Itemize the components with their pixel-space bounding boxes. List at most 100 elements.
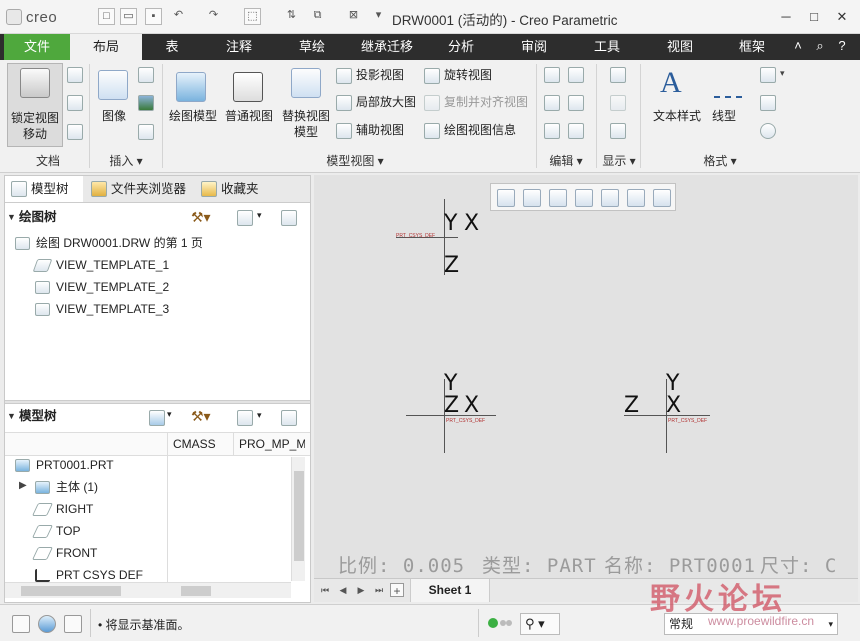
scrollbar-thumb[interactable] bbox=[181, 586, 211, 596]
tree-settings-icon[interactable] bbox=[237, 210, 253, 226]
tree-item-view-template-3[interactable]: VIEW_TEMPLATE_3 bbox=[35, 298, 169, 320]
image-button-label[interactable]: 图像 bbox=[92, 108, 136, 124]
projection-view-button[interactable]: 投影视图 bbox=[336, 66, 404, 86]
close-button[interactable]: ✕ bbox=[832, 8, 852, 26]
group-label-insert[interactable]: 插入 ▾ bbox=[94, 152, 158, 169]
general-view-icon[interactable] bbox=[233, 72, 263, 102]
format-hatch-icon[interactable] bbox=[760, 67, 776, 83]
chevron-down-icon[interactable]: ▾ bbox=[780, 68, 785, 79]
display-erase-icon[interactable] bbox=[610, 123, 626, 139]
line-style-label[interactable]: 线型 bbox=[704, 108, 744, 124]
group-label-model-views[interactable]: 模型视图 ▾ bbox=[300, 152, 410, 169]
close-window-icon[interactable]: ⊠ bbox=[345, 8, 362, 25]
insert-picture-icon[interactable] bbox=[138, 95, 154, 111]
display-style-icon[interactable] bbox=[601, 189, 619, 207]
tree-item-top-plane[interactable]: TOP bbox=[31, 520, 80, 542]
tab-favorites[interactable]: 收藏夹 bbox=[195, 176, 275, 202]
customize-toolbar-icon[interactable]: ▾ bbox=[370, 8, 387, 25]
add-sheet-icon[interactable]: + bbox=[390, 583, 404, 598]
tree-item-csys[interactable]: PRT CSYS DEF bbox=[35, 564, 143, 582]
chevron-down-icon[interactable]: ▾ bbox=[257, 410, 262, 421]
auxiliary-view-button[interactable]: 辅助视图 bbox=[336, 121, 404, 141]
tab-sketch[interactable]: 草绘 bbox=[276, 34, 348, 60]
select-box-icon[interactable]: ⬚ bbox=[244, 8, 261, 25]
tree-item-part[interactable]: PRT0001.PRT bbox=[15, 454, 114, 476]
tree-tools-icon[interactable]: ⚒▾ bbox=[191, 408, 211, 425]
display-edit-icon[interactable] bbox=[610, 67, 626, 83]
edit-move-icon[interactable] bbox=[544, 67, 560, 83]
sheet-move-icon[interactable] bbox=[67, 95, 83, 111]
scrollbar-thumb[interactable] bbox=[21, 586, 121, 596]
group-label-display[interactable]: 显示 ▾ bbox=[598, 152, 640, 169]
insert-region-icon[interactable] bbox=[138, 124, 154, 140]
edit-cube-icon[interactable] bbox=[544, 95, 560, 111]
text-style-label[interactable]: 文本样式 bbox=[648, 108, 706, 124]
sheet-tab-1[interactable]: Sheet 1 bbox=[410, 579, 490, 602]
drawing-view-info-button[interactable]: 绘图视图信息 bbox=[424, 121, 516, 141]
tree-filter-icon[interactable] bbox=[281, 210, 297, 226]
format-arrow-style-icon[interactable] bbox=[760, 95, 776, 111]
saved-views-icon[interactable] bbox=[627, 189, 645, 207]
sheet-new-icon[interactable] bbox=[67, 67, 83, 83]
show-icon[interactable] bbox=[149, 410, 165, 426]
column-header-pro-mp-m[interactable]: PRO_MP_M bbox=[239, 437, 305, 451]
collapse-triangle-icon[interactable]: ▼ bbox=[7, 206, 16, 228]
edit-eraser-icon[interactable] bbox=[568, 95, 584, 111]
graphics-canvas[interactable]: Y X Z PRT_CSYS_DEF Y Z X PRT_CSYS_DEF Y … bbox=[314, 175, 858, 578]
next-sheet-icon[interactable]: ▶ bbox=[354, 583, 368, 597]
save-icon[interactable]: ▪ bbox=[145, 8, 162, 25]
tree-item-front-plane[interactable]: FRONT bbox=[31, 542, 97, 564]
regen-status-icon[interactable] bbox=[488, 618, 498, 628]
browser-toggle-icon[interactable] bbox=[38, 615, 56, 633]
maximize-button[interactable]: □ bbox=[804, 8, 824, 26]
group-label-format[interactable]: 格式 ▾ bbox=[690, 152, 750, 169]
repaint-icon[interactable] bbox=[575, 189, 593, 207]
vertical-scrollbar[interactable] bbox=[291, 457, 305, 581]
regenerate-icon[interactable]: ⇅ bbox=[283, 8, 300, 25]
detailed-view-button[interactable]: 局部放大图 bbox=[336, 93, 416, 113]
last-sheet-icon[interactable]: ⏭ bbox=[372, 583, 386, 597]
help-icon[interactable]: ? bbox=[834, 38, 850, 54]
tab-table[interactable]: 表 bbox=[142, 34, 202, 60]
tab-folder-browser[interactable]: 文件夹浏览器 bbox=[85, 176, 193, 202]
full-screen-icon[interactable] bbox=[64, 615, 82, 633]
tab-legacy-migration[interactable]: 继承迁移 bbox=[348, 34, 426, 60]
minimize-button[interactable]: ─ bbox=[776, 8, 796, 26]
tab-review[interactable]: 审阅 bbox=[496, 34, 572, 60]
edit-arrow-icon[interactable] bbox=[568, 123, 584, 139]
tree-settings-icon[interactable] bbox=[237, 410, 253, 426]
copy-align-view-button[interactable]: 复制并对齐视图 bbox=[424, 93, 528, 113]
line-style-icon[interactable] bbox=[714, 68, 742, 98]
tree-item-view-template-2[interactable]: VIEW_TEMPLATE_2 bbox=[35, 276, 169, 298]
scrollbar-thumb[interactable] bbox=[294, 471, 304, 561]
tree-item-right-plane[interactable]: RIGHT bbox=[31, 498, 93, 520]
tree-item-view-template-1[interactable]: VIEW_TEMPLATE_1 bbox=[32, 254, 169, 276]
replace-view-model-icon[interactable] bbox=[291, 68, 321, 98]
find-button[interactable]: ⚲ ▾ bbox=[520, 613, 560, 635]
format-symbol-icon[interactable] bbox=[760, 123, 776, 139]
group-label-edit[interactable]: 编辑 ▾ bbox=[540, 152, 592, 169]
text-style-icon[interactable]: A bbox=[660, 66, 682, 100]
zoom-out-icon[interactable] bbox=[549, 189, 567, 207]
column-header-cmass[interactable]: CMASS bbox=[173, 437, 216, 451]
drawing-tree-header[interactable]: ▼ 绘图树 bbox=[5, 206, 310, 228]
tab-view[interactable]: 视图 bbox=[642, 34, 718, 60]
open-icon[interactable]: ▭ bbox=[120, 8, 137, 25]
tab-file[interactable]: 文件 bbox=[4, 34, 70, 60]
tree-item-drawing-sheet[interactable]: 绘图 DRW0001.DRW 的第 1 页 bbox=[15, 232, 203, 254]
undo-icon[interactable]: ↶ bbox=[170, 8, 187, 25]
tree-tools-icon[interactable]: ⚒▾ bbox=[191, 209, 211, 226]
redo-icon[interactable]: ↷ bbox=[205, 8, 222, 25]
datum-display-icon[interactable] bbox=[653, 189, 671, 207]
new-icon[interactable]: □ bbox=[98, 8, 115, 25]
prev-sheet-icon[interactable]: ◀ bbox=[336, 583, 350, 597]
window-icon[interactable]: ⧉ bbox=[309, 8, 326, 25]
chevron-down-icon[interactable]: ▾ bbox=[257, 210, 262, 221]
tab-layout[interactable]: 布局 bbox=[70, 34, 142, 60]
tab-model-tree[interactable]: 模型树 bbox=[5, 176, 83, 202]
drawing-model-icon[interactable] bbox=[176, 72, 206, 102]
navigator-toggle-icon[interactable] bbox=[12, 615, 30, 633]
tree-filter-icon[interactable] bbox=[281, 410, 297, 426]
tab-tools[interactable]: 工具 bbox=[572, 34, 642, 60]
general-view-label[interactable]: 普通视图 bbox=[222, 108, 276, 124]
